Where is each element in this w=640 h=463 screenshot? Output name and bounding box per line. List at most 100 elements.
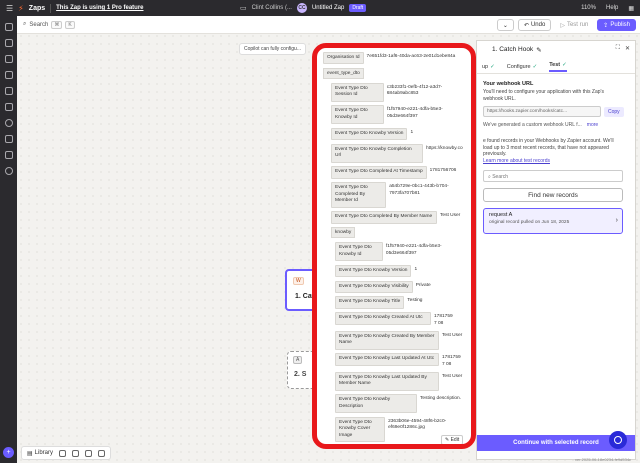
sidebar-interfaces-icon[interactable] [4,71,13,79]
data-key: Event Type Dto Completed At Timestamp [331,166,427,179]
data-group-key[interactable]: event_type_dto [323,67,364,79]
data-value: Testing [407,298,423,304]
records-search-input[interactable]: ⌕ Search [483,170,623,182]
data-value: 17817597 08 [434,314,453,326]
data-value: Testing description. [420,396,462,402]
data-value: c3b233f1-0efb-4f12-a3d7-684ab9abc853 [386,84,443,97]
popup-scrollbar[interactable] [471,52,473,432]
check-icon: ✓ [490,63,495,70]
owner-name[interactable]: Clint Collins (... [252,5,292,11]
popup-scrollbar-thumb[interactable] [471,52,473,142]
data-row: Event Type Dto Completed By Member Id a54… [331,182,468,208]
test-run-label: Test run [566,22,589,28]
check-icon: ✓ [562,61,567,68]
data-value: https://knowby.co [426,145,463,151]
panel-tabs: up ✓ Configure ✓ Test ✓ [477,60,635,74]
data-key: Event Type Dto Knowby Version [335,264,412,277]
data-value: Test User [442,332,463,338]
sticky-note-icon[interactable] [72,449,80,457]
find-new-records-button[interactable]: Find new records [483,188,623,202]
action-step-label: 2. S [294,371,307,378]
pro-feature-banner-link[interactable]: This Zap is using 1 Pro feature [56,5,143,11]
zap-name[interactable]: Untitled Zap [312,5,344,11]
data-value: f1f57940-e221-4dfa-b5e3-05d3e664f397 [385,244,442,256]
webhook-url-field[interactable]: https://hooks.zapier.com/hooks/catc... [483,106,601,117]
zoom-level[interactable]: 110% [581,5,596,11]
data-key: Event Type Dto Knowby Cover Image [335,416,386,443]
sidebar-apps-icon[interactable] [4,151,13,159]
tab-test[interactable]: Test ✓ [549,62,567,72]
data-key: Event Type Dto Completed By Member Id [331,182,387,208]
canvas-toolbar: ⌕ Search ⌘ K ⌄ ↶ Undo ▷ Test run ⇪ Publish [17,16,640,34]
sidebar-home-icon[interactable] [4,23,13,31]
panel-title[interactable]: 1. Catch Hook [492,46,533,53]
data-key: Event Type Dto Knowby Id [335,242,383,262]
tab-setup[interactable]: up ✓ [482,64,495,70]
avatar: CC [296,3,307,13]
data-key: Organisation Id [323,52,364,65]
data-row: Event Type Dto Completed By Member Name T… [331,211,468,224]
data-row: Event Type Dto Knowby Estimated Time In3… [335,446,468,449]
search-icon: ⌕ [23,21,27,27]
pencil-icon[interactable]: ✎ [536,46,541,54]
test-run-button[interactable]: ▷ Test run [555,19,593,31]
learn-more-link[interactable]: Learn more about test records [483,158,550,164]
data-row: Event Type Dto Knowby Visibility Private [335,280,468,293]
more-link[interactable]: more [587,122,598,128]
help-link[interactable]: Help [606,5,618,11]
data-group-key[interactable]: knowby [331,227,356,239]
edit-button[interactable]: ✎ Edit [441,435,464,444]
canvas-toolbar-actions: ⌄ ↶ Undo ▷ Test run ⇪ Publish [496,19,636,31]
sidebar-agents-icon[interactable] [4,119,13,127]
chat-help-icon[interactable] [609,431,627,449]
data-key: Event Type Dto Knowby Description [335,394,417,414]
records-found-text: e found records in your Webhooks by Zapi… [483,138,614,157]
expand-icon[interactable]: ⛶ [616,45,620,52]
data-row: Event Type Dto Knowby Id f1f57940-e221-4d… [335,242,468,262]
sidebar-settings-icon[interactable] [4,167,13,175]
library-button[interactable]: ▤ Library [27,450,53,457]
custom-url-text: We've generated a custom webhook URL f..… [483,122,582,128]
copy-button[interactable]: Copy [604,106,624,117]
undo-button[interactable]: ↶ Undo [517,19,552,31]
publish-button[interactable]: ⇪ Publish [597,19,636,31]
apps-grid-icon[interactable]: ▦ [628,5,634,12]
canvas-search[interactable]: ⌕ Search ⌘ K [23,20,75,29]
brand-link[interactable]: Zaps [29,5,45,12]
record-data-popup: Organisation Id 7e651fd3-1af6-40da-ac63-… [312,43,476,449]
draft-badge: Draft [349,4,367,12]
sidebar-history-icon[interactable] [4,135,13,143]
chevron-down-icon: ⌄ [502,22,508,29]
folder-icon: ▭ [240,5,247,12]
sidebar-tables-icon[interactable] [4,55,13,63]
data-value: 1 [410,129,414,135]
create-plus-icon[interactable]: + [3,447,14,458]
close-icon[interactable]: ✕ [625,45,630,52]
top-bar-left: ☰ ⚡ Zaps This Zap is using 1 Pro feature [0,3,220,13]
canvas-bottom-toolbar: ▤ Library [21,446,112,460]
copilot-chip[interactable]: Copilot can fully configu... [239,43,306,55]
shortcut-key-k: K [65,20,75,29]
hamburger-menu-icon[interactable]: ☰ [6,4,13,13]
panel-header-actions: ⛶ ✕ [616,45,630,52]
edit-label: Edit [450,437,460,443]
wrench-icon[interactable] [85,449,93,457]
data-row: Event Type Dto Knowby Version 1 [331,127,468,141]
record-request-a[interactable]: request A original record pulled on Jun … [483,208,623,234]
sidebar-chatbots-icon[interactable] [4,87,13,95]
data-row: Event Type Dto Knowby Last Updated By Me… [335,371,468,391]
sidebar-zaps-icon[interactable] [4,39,13,47]
records-found-note: e found records in your Webhooks by Zapi… [483,138,623,164]
data-key: Event Type Dto Knowby Created At Utc [335,312,431,325]
share-icon[interactable] [59,449,67,457]
sidebar-canvas-icon[interactable] [4,103,13,111]
upload-icon: ⇪ [603,22,609,29]
action-app-badge: A [293,356,303,364]
grid-icon[interactable] [98,449,106,457]
redo-undo-dropdown[interactable]: ⌄ [496,19,514,31]
data-value: a54b729e-0bc1-443b-b704-7973fa707b81 [389,184,449,196]
data-row: Event Type Dto Knowby Created By Member … [335,330,468,350]
data-value: 17817597 08 [442,355,461,367]
top-bar-right: 110% Help ▦ [581,0,634,16]
tab-configure[interactable]: Configure ✓ [507,64,537,70]
